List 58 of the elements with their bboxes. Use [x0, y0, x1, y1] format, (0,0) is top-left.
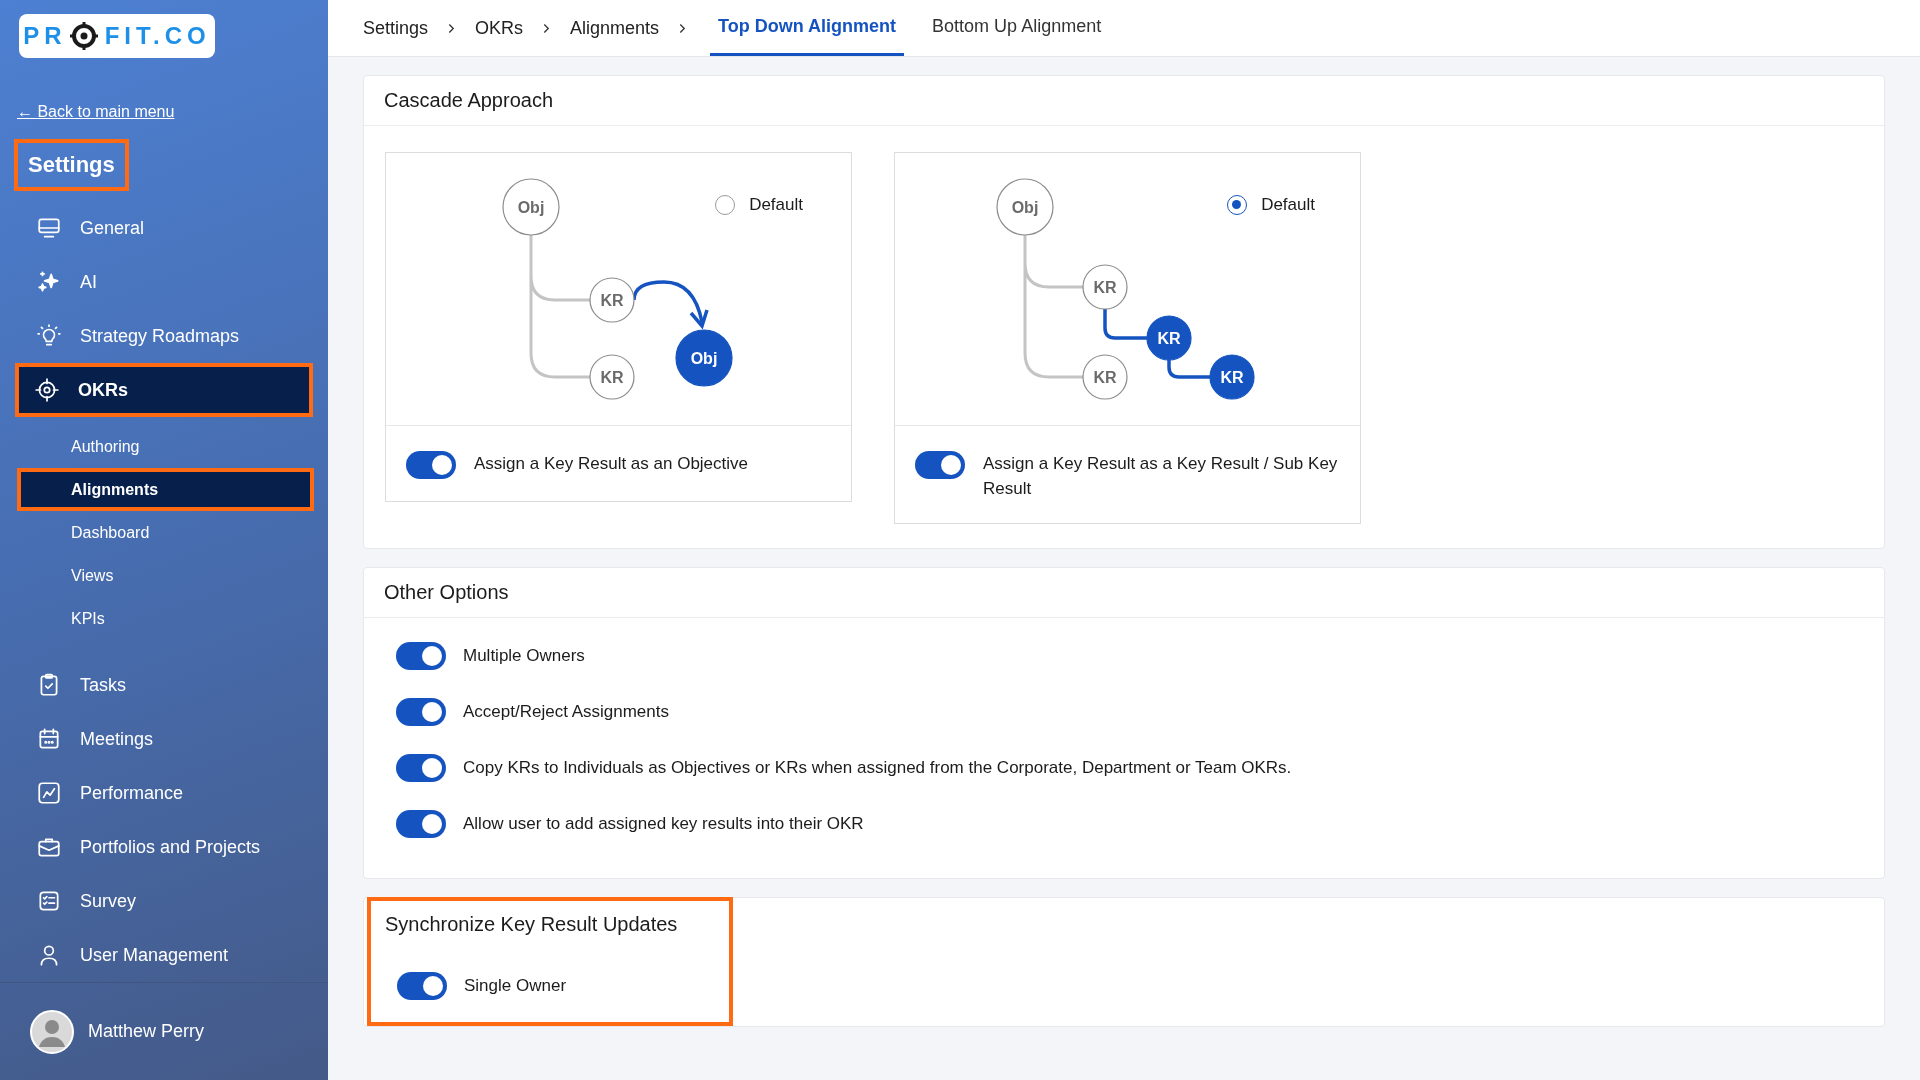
toggle-label: Single Owner: [464, 976, 567, 996]
crosshair-icon: [68, 21, 99, 52]
toggle-switch[interactable]: [396, 642, 446, 670]
logo[interactable]: PR FIT.CO: [19, 14, 215, 59]
node: KR: [589, 277, 635, 323]
toggle-switch[interactable]: [396, 754, 446, 782]
sidebar-item[interactable]: AI: [0, 255, 328, 310]
sidebar-item[interactable]: Meetings: [0, 712, 328, 767]
sidebar-item[interactable]: Tasks: [0, 658, 328, 713]
toggle-label: Multiple Owners: [463, 646, 585, 666]
toggle-label: Allow user to add assigned key results into their OKR: [463, 814, 864, 834]
sidebar-subitem[interactable]: Authoring: [17, 425, 314, 469]
radio-label: Default: [1261, 195, 1315, 215]
sidebar-item[interactable]: Strategy Roadmaps: [0, 309, 328, 364]
sidebar-subitem[interactable]: KPIs: [17, 597, 314, 641]
toggle-switch[interactable]: [915, 451, 965, 479]
panel-title: Cascade Approach: [364, 76, 1884, 126]
node: KR: [589, 354, 635, 400]
highlighted-node: KR: [1146, 315, 1192, 361]
avatar-icon: [30, 1009, 74, 1054]
toggle-switch[interactable]: [397, 972, 447, 1000]
sidebar-item[interactable]: Survey: [0, 874, 328, 929]
node: Obj: [996, 178, 1054, 236]
breadcrumb-link[interactable]: Settings: [363, 17, 429, 39]
breadcrumb-link[interactable]: OKRs: [475, 17, 524, 39]
tab[interactable]: Bottom Up Alignment: [924, 0, 1110, 56]
sidebar-item[interactable]: Portfolios and Projects: [0, 820, 328, 875]
toggle-switch[interactable]: [396, 810, 446, 838]
toggle-label: Copy KRs to Individuals as Objectives or KRs when assigned from the Corporate, Department or Team OKRs.: [463, 758, 1292, 778]
highlighted-node: KR: [1209, 354, 1255, 400]
user-name[interactable]: Matthew Perry: [88, 1021, 205, 1043]
radio-label: Default: [749, 195, 803, 215]
sidebar-item[interactable]: General: [0, 201, 328, 256]
chevron-right-icon: [448, 22, 456, 34]
chevron-right-icon: [543, 22, 551, 34]
toggle-label: Accept/Reject Assignments: [463, 702, 669, 722]
sidebar-item[interactable]: OKRs: [15, 363, 313, 418]
back-link[interactable]: ← Back to main menu: [17, 103, 175, 122]
toggle-switch[interactable]: [406, 451, 456, 479]
sidebar-item[interactable]: Performance: [0, 766, 328, 821]
toggle-switch[interactable]: [396, 698, 446, 726]
toggle-label: Assign a Key Result as an Objective: [474, 453, 749, 475]
target-icon: [34, 377, 60, 404]
sidebar-item[interactable]: User Management: [0, 928, 328, 983]
node: KR: [1082, 354, 1128, 400]
node: Obj: [502, 178, 560, 236]
sidebar-subitem[interactable]: Dashboard: [17, 511, 314, 555]
breadcrumb-link[interactable]: Alignments: [570, 17, 660, 39]
node: KR: [1082, 264, 1128, 310]
toggle-label: Assign a Key Result as a Key Result / Sub Key Result: [983, 453, 1339, 500]
sidebar-subitem[interactable]: Alignments: [17, 468, 314, 512]
highlighted-node: Obj: [675, 329, 733, 387]
chevron-right-icon: [679, 22, 687, 34]
sidebar-subitem[interactable]: Views: [17, 554, 314, 598]
sidebar-title: Settings: [14, 139, 129, 192]
panel-title: Other Options: [364, 568, 1884, 618]
tab[interactable]: Top Down Alignment: [710, 0, 905, 56]
panel-title: Synchronize Key Result Updates: [384, 912, 679, 937]
